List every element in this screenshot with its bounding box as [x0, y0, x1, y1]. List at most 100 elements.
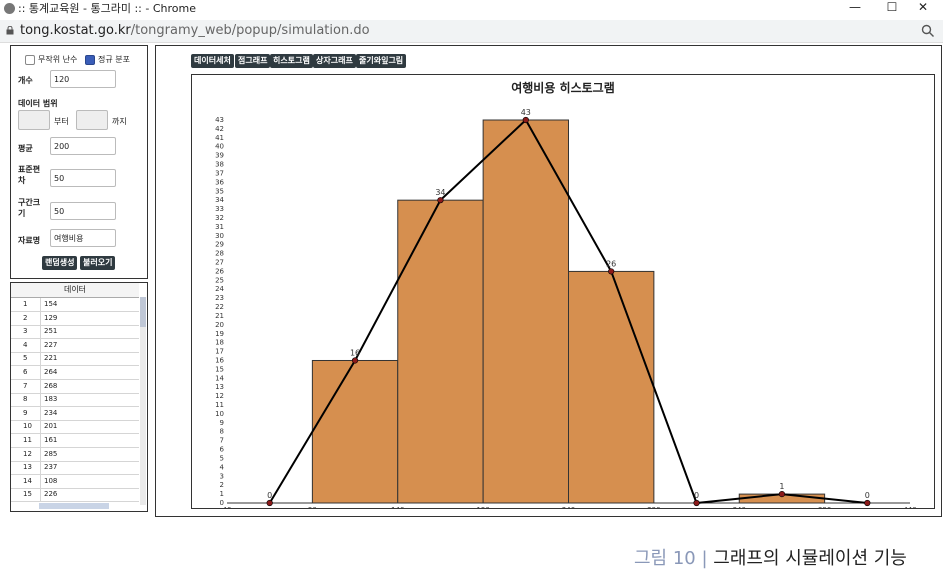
y-tick-label: 7 [220, 437, 224, 445]
tab-dot-plot[interactable]: 점그래프 [235, 54, 271, 68]
column-divider [40, 366, 41, 379]
tab-histogram[interactable]: 히스토그램 [270, 54, 313, 68]
table-header-label: 데이터 [63, 285, 87, 294]
minimize-button[interactable]: — [835, 0, 875, 17]
histogram-bar [397, 199, 484, 504]
y-tick-label: 5 [220, 454, 224, 462]
y-tick-label: 36 [215, 178, 224, 186]
row-index: 12 [23, 449, 32, 458]
y-tick-label: 34 [215, 196, 224, 204]
x-tick-label: 240 [562, 506, 575, 508]
tab-box-plot[interactable]: 상자그래프 [313, 54, 356, 68]
load-button[interactable]: 불러오기 [80, 256, 116, 270]
table-row[interactable]: 3 251 [11, 325, 139, 340]
table-row[interactable]: 6 264 [11, 366, 139, 380]
address-bar[interactable]: tong.kostat.go.kr/tongramy_web/popup/sim… [0, 20, 943, 43]
chart-frame: 여행비용 히스토그램 0 1 2 3 4 5 6 7 8 9 10 11 12 13 14 15 16 17 18 19… [191, 74, 935, 514]
url-host: tong.kostat.go.kr [20, 23, 131, 38]
table-row[interactable]: 7 268 [11, 379, 139, 394]
tab-stem-leaf[interactable]: 줄기와잎그림 [356, 54, 407, 68]
mean-field[interactable]: 200 [50, 137, 116, 155]
data-label: 0 [267, 491, 272, 500]
range-to-field[interactable] [76, 110, 108, 130]
y-tick-label: 37 [215, 169, 224, 177]
row-index: 7 [23, 381, 28, 390]
row-index: 3 [23, 327, 28, 336]
bin-label-1: 구간크 [18, 198, 41, 207]
polygon-point [864, 499, 871, 507]
table-row[interactable]: 5 221 [11, 352, 139, 367]
y-tick-label: 1 [220, 490, 224, 498]
histogram-bar [311, 359, 399, 504]
table-row[interactable]: 2 129 [11, 311, 139, 326]
window-title: :: 통계교육원 - 통그라미 :: - Chrome [18, 2, 196, 15]
close-button[interactable]: ✕ [903, 0, 943, 17]
column-divider [40, 447, 41, 461]
y-tick-label: 18 [215, 339, 224, 347]
url-text[interactable]: tong.kostat.go.kr/tongramy_web/popup/sim… [20, 20, 370, 42]
dataset-name-label: 자료명 [18, 236, 41, 245]
table-row[interactable]: 14 108 [11, 474, 139, 489]
normal-radio[interactable] [84, 54, 95, 65]
row-index: 15 [23, 490, 32, 499]
column-divider [40, 379, 41, 393]
y-tick-label: 12 [215, 392, 224, 400]
dataset-name-field[interactable]: 여행비용 [50, 229, 116, 247]
x-tick-label: 440 [903, 506, 916, 508]
row-value: 264 [44, 368, 58, 376]
y-tick-label: 9 [220, 419, 224, 427]
count-field[interactable]: 120 [50, 70, 116, 88]
y-tick-label: 26 [215, 267, 224, 275]
table-row[interactable]: 1 154 [11, 298, 139, 312]
bin-size-field[interactable]: 50 [50, 202, 116, 220]
table-row[interactable]: 10 201 [11, 420, 139, 435]
table-row[interactable]: 8 183 [11, 393, 139, 408]
table-row[interactable]: 4 227 [11, 338, 139, 353]
histogram-chart: 여행비용 히스토그램012345678910111213141516171819… [215, 80, 917, 514]
y-tick-label: 21 [215, 312, 224, 320]
tab-data-scatter[interactable]: 데이터세처 [191, 54, 234, 68]
column-divider [40, 406, 41, 420]
y-tick-label: 39 [215, 152, 224, 160]
row-value: 268 [44, 381, 58, 390]
y-tick-label: 13 [215, 383, 224, 391]
column-divider [40, 325, 41, 339]
y-tick-label: 2 [220, 481, 224, 489]
table-row[interactable]: 13 237 [11, 461, 139, 476]
vertical-scrollbar[interactable] [140, 297, 146, 505]
y-tick-label: 10 [215, 410, 224, 418]
row-value: 285 [44, 449, 58, 458]
vertical-scrollbar-thumb[interactable] [140, 297, 146, 327]
x-tick-label: 390 [818, 506, 831, 508]
y-tick-label: 35 [215, 187, 224, 195]
histogram-bar [482, 119, 569, 504]
mean-label: 평균 [18, 144, 33, 153]
row-value: 183 [44, 395, 58, 404]
horizontal-scrollbar[interactable] [39, 503, 109, 509]
caption-number: 그림 10 | [634, 548, 714, 569]
y-tick-label: 19 [215, 330, 224, 338]
settings-panel: 무작위 난수 정규 분포 개수 120 데이터 범위 부터 까지 평균 200 … [10, 45, 148, 279]
search-icon[interactable] [921, 24, 935, 38]
table-row[interactable]: 9 234 [11, 406, 139, 421]
generate-button[interactable]: 랜덤생성 [42, 256, 78, 270]
random-radio[interactable] [25, 54, 35, 65]
to-label: 까지 [112, 117, 127, 126]
table-row[interactable]: 15 226 [11, 488, 139, 503]
row-value: 108 [44, 476, 58, 485]
y-tick-label: 42 [215, 125, 224, 133]
x-tick-label: 190 [476, 506, 489, 508]
column-divider [40, 488, 41, 502]
data-label: 26 [606, 259, 616, 268]
y-tick-label: 28 [215, 250, 224, 258]
table-row[interactable]: 12 285 [11, 447, 139, 462]
table-row[interactable]: 11 161 [11, 434, 139, 448]
polygon-point [778, 490, 786, 498]
sd-field[interactable]: 50 [50, 169, 116, 187]
row-index: 9 [23, 408, 28, 417]
range-from-field[interactable] [18, 110, 50, 130]
y-tick-label: 43 [215, 116, 224, 124]
sd-label-2: 차 [18, 176, 26, 185]
y-tick-label: 23 [215, 294, 224, 302]
y-tick-label: 30 [215, 232, 224, 240]
